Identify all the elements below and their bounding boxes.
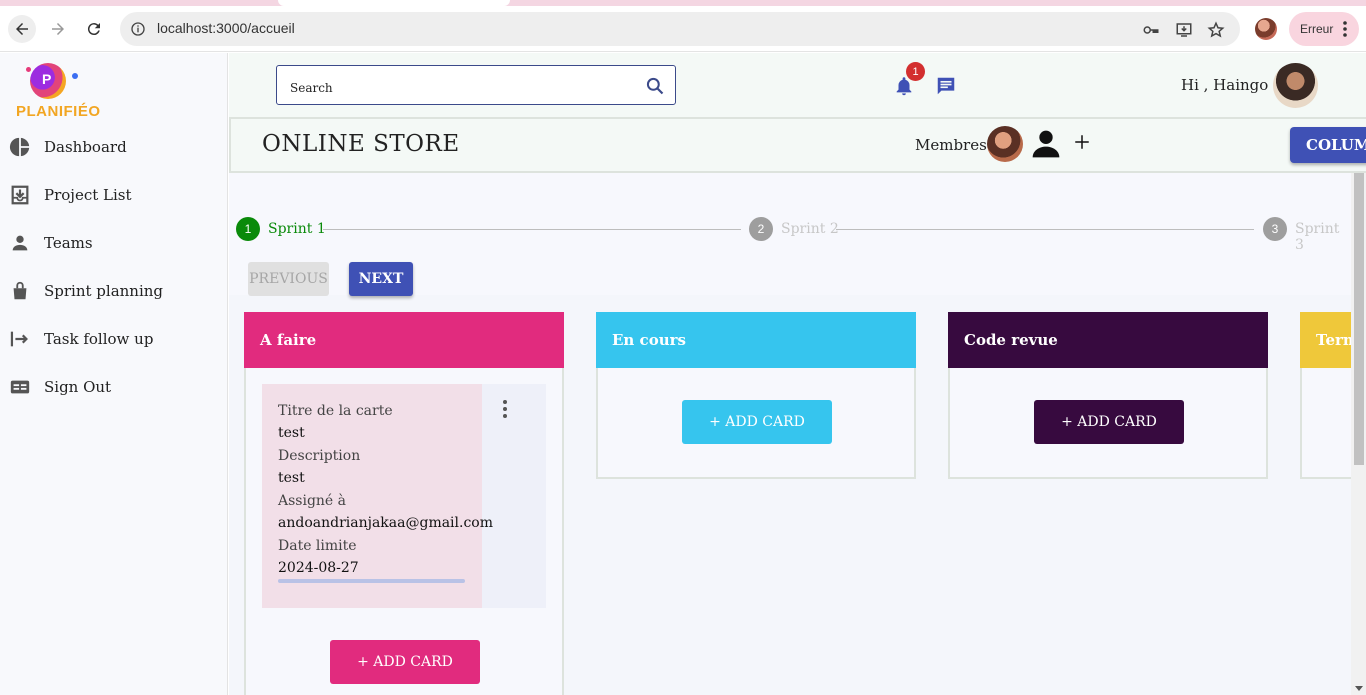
back-button[interactable] xyxy=(8,15,36,43)
task-card[interactable]: Titre de la carte test Description test … xyxy=(262,384,546,608)
members-label: Membres : xyxy=(915,136,997,154)
info-icon[interactable] xyxy=(130,21,146,37)
forward-button[interactable] xyxy=(44,15,72,43)
error-button[interactable]: Erreur xyxy=(1289,12,1359,46)
scrollbar-thumb[interactable] xyxy=(1354,173,1364,465)
chat-icon[interactable] xyxy=(935,75,957,97)
column-body: + ADD CARD xyxy=(948,368,1268,479)
person-icon[interactable] xyxy=(1030,127,1062,161)
add-card-button[interactable]: + ADD CARD xyxy=(1034,400,1184,444)
browser-toolbar: localhost:3000/accueil Erreur xyxy=(0,6,1366,52)
vertical-scrollbar[interactable] xyxy=(1351,173,1366,695)
error-label: Erreur xyxy=(1300,22,1334,36)
previous-button[interactable]: PREVIOUS xyxy=(248,262,329,296)
sidebar-item-label: Teams xyxy=(44,234,93,252)
pie-chart-icon xyxy=(9,137,30,157)
column-header[interactable]: Code revue xyxy=(948,312,1268,368)
card-due-value: 2024-08-27 xyxy=(278,560,359,576)
forward-arrow-icon xyxy=(52,23,64,35)
download-box-icon xyxy=(11,185,29,205)
card-icon xyxy=(10,380,30,394)
card-title-label: Titre de la carte xyxy=(278,403,393,419)
card-due-label: Date limite xyxy=(278,538,357,554)
sidebar-item-teams[interactable]: Teams xyxy=(0,223,228,263)
column-body: Titre de la carte test Description test … xyxy=(244,368,564,695)
project-title: ONLINE STORE xyxy=(262,131,460,157)
search-input[interactable]: Search xyxy=(276,65,676,105)
column-header[interactable]: En cours xyxy=(596,312,916,368)
bookmark-star-icon[interactable] xyxy=(1207,21,1225,39)
bag-icon xyxy=(13,281,27,300)
search-placeholder: Search xyxy=(290,81,333,95)
add-card-button[interactable]: + ADD CARD xyxy=(330,640,480,684)
next-button[interactable]: NEXT xyxy=(349,262,413,296)
member-avatar[interactable] xyxy=(987,126,1023,162)
install-app-icon[interactable] xyxy=(1175,21,1193,39)
sidebar-item-dashboard[interactable]: Dashboard xyxy=(0,127,228,167)
app-header: Search 1 Hi , Haingo xyxy=(229,53,1366,117)
card-description-label: Description xyxy=(278,448,361,464)
add-column-button[interactable]: COLUMN xyxy=(1290,127,1366,163)
column-header[interactable]: Terminé xyxy=(1300,312,1351,368)
user-greeting: Hi , Haingo xyxy=(1181,76,1269,94)
user-avatar[interactable] xyxy=(1273,63,1318,108)
notification-badge: 1 xyxy=(906,62,925,81)
app-logo[interactable]: P PLANIFIÉO xyxy=(14,59,100,121)
board-area: 1 Sprint 1 2 Sprint 2 3 Sprint 3 PREVIOU… xyxy=(229,173,1351,695)
arrow-right-bar-icon xyxy=(10,331,28,347)
sidebar-item-label: Dashboard xyxy=(44,138,127,156)
step-connector xyxy=(323,229,741,230)
add-member-icon[interactable] xyxy=(1073,133,1091,151)
column-header[interactable]: A faire xyxy=(244,312,564,368)
person-icon xyxy=(12,235,28,251)
reload-button[interactable] xyxy=(80,15,108,43)
sidebar-item-label: Task follow up xyxy=(44,330,154,348)
logo-dot xyxy=(72,73,78,79)
sidebar-item-label: Project List xyxy=(44,186,132,204)
step-3-label[interactable]: Sprint 3 xyxy=(1295,221,1351,253)
key-icon[interactable] xyxy=(1142,21,1160,39)
card-title-value: test xyxy=(278,425,305,441)
task-card-content: Titre de la carte test Description test … xyxy=(262,384,493,608)
search-icon[interactable] xyxy=(645,76,665,96)
column-code-revue: Code revue + ADD CARD xyxy=(948,312,1268,479)
back-arrow-icon xyxy=(16,23,28,35)
column-a-faire: A faire Titre de la carte test Descripti… xyxy=(244,312,564,695)
more-vert-icon xyxy=(1343,21,1347,37)
column-body: + ADD CARD xyxy=(596,368,916,479)
logo-letter: P xyxy=(42,71,52,87)
card-assigned-value: andoandrianjakaa@gmail.com xyxy=(278,515,494,531)
address-bar[interactable]: localhost:3000/accueil xyxy=(120,12,1240,46)
sidebar-item-label: Sign Out xyxy=(44,378,112,396)
scroll-down-arrow[interactable] xyxy=(1355,686,1363,691)
more-vert-icon[interactable] xyxy=(503,400,507,418)
card-progress-bar xyxy=(278,579,465,583)
sidebar-item-sign-out[interactable]: Sign Out xyxy=(0,367,228,407)
sprint-stepper: 1 Sprint 1 2 Sprint 2 3 Sprint 3 PREVIOU… xyxy=(229,173,1351,296)
logo-wordmark: PLANIFIÉO xyxy=(16,103,101,120)
sidebar-item-label: Sprint planning xyxy=(44,282,164,300)
step-2-circle[interactable]: 2 xyxy=(749,217,773,241)
step-3-circle[interactable]: 3 xyxy=(1263,217,1287,241)
browser-profile-avatar[interactable] xyxy=(1255,18,1277,40)
step-1-circle[interactable]: 1 xyxy=(236,217,260,241)
add-card-button[interactable]: + ADD CARD xyxy=(682,400,832,444)
card-assigned-label: Assigné à xyxy=(278,493,347,509)
step-2-label[interactable]: Sprint 2 xyxy=(781,221,839,237)
column-en-cours: En cours + ADD CARD xyxy=(596,312,916,479)
sidebar-item-project-list[interactable]: Project List xyxy=(0,175,228,215)
step-1-label[interactable]: Sprint 1 xyxy=(268,221,326,237)
logo-dot xyxy=(26,67,31,72)
column-body xyxy=(1300,368,1351,479)
card-description-value: test xyxy=(278,470,305,486)
column-termine: Terminé xyxy=(1300,312,1351,479)
sidebar-item-task-follow-up[interactable]: Task follow up xyxy=(0,319,228,359)
url-text[interactable]: localhost:3000/accueil xyxy=(157,20,295,36)
step-connector xyxy=(836,229,1254,230)
sidebar: P PLANIFIÉO Dashboard Project List Teams… xyxy=(0,53,228,695)
sidebar-item-sprint-planning[interactable]: Sprint planning xyxy=(0,271,228,311)
project-bar: ONLINE STORE Membres : COLUMN xyxy=(229,117,1366,173)
reload-icon xyxy=(87,23,100,36)
